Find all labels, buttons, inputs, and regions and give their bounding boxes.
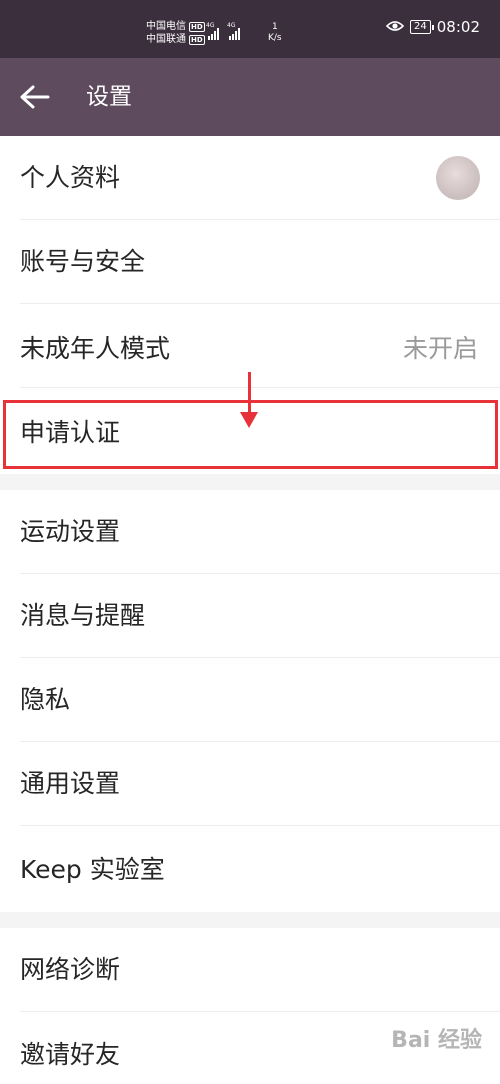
page-title: 设置 — [86, 84, 132, 110]
menu-item-label: 网络诊断 — [20, 955, 121, 984]
menu-item-privacy[interactable]: 隐私 — [0, 658, 500, 742]
annotation-arrow-icon — [248, 372, 251, 416]
avatar — [436, 156, 480, 200]
network-speed: 1 K/s — [268, 22, 282, 44]
menu-item-label: 通用设置 — [20, 769, 121, 798]
app-bar: 设置 — [0, 58, 500, 136]
menu-item-label: 邀请好友 — [20, 1040, 121, 1069]
menu-item-label: 个人资料 — [20, 163, 121, 192]
menu-item-keep-lab[interactable]: Keep 实验室 — [0, 826, 500, 912]
hd-badge: HD — [189, 34, 205, 45]
hd-badge: HD — [189, 21, 205, 32]
menu-item-label: 账号与安全 — [20, 247, 146, 276]
menu-item-account-security[interactable]: 账号与安全 — [0, 220, 500, 304]
section-gap — [0, 912, 500, 928]
minor-mode-status: 未开启 — [402, 334, 478, 363]
menu-item-notifications[interactable]: 消息与提醒 — [0, 574, 500, 658]
menu-item-label: 未成年人模式 — [20, 334, 171, 363]
annotation-arrow-head-icon — [240, 412, 258, 428]
menu-item-label: Keep 实验室 — [20, 855, 165, 884]
menu-item-profile[interactable]: 个人资料 — [0, 136, 500, 220]
back-arrow-icon[interactable] — [18, 82, 52, 112]
network-speed-value: 1 — [271, 22, 278, 32]
section-gap — [0, 474, 500, 490]
signal-icon: 4G — [227, 22, 240, 40]
carrier-2-label: 中国联通 — [146, 34, 186, 45]
watermark: Bai 经验 — [391, 1028, 482, 1053]
carrier-info: 中国电信 HD 中国联通 HD — [146, 20, 205, 46]
signal-icon: 4G — [206, 22, 219, 40]
menu-item-label: 运动设置 — [20, 517, 121, 546]
menu-item-sport-settings[interactable]: 运动设置 — [0, 490, 500, 574]
menu-item-label: 消息与提醒 — [20, 601, 146, 630]
status-bar: 中国电信 HD 中国联通 HD 4G 4G 1 K/s 24 08:02 — [0, 0, 500, 58]
carrier-1-label: 中国电信 — [146, 21, 186, 32]
eye-icon — [385, 18, 405, 36]
menu-item-label: 隐私 — [20, 685, 71, 714]
menu-item-general[interactable]: 通用设置 — [0, 742, 500, 826]
menu-item-network-diagnosis[interactable]: 网络诊断 — [0, 928, 500, 1012]
network-speed-unit: K/s — [268, 33, 282, 43]
clock: 08:02 — [436, 18, 480, 36]
battery-icon: 24 — [410, 20, 434, 34]
